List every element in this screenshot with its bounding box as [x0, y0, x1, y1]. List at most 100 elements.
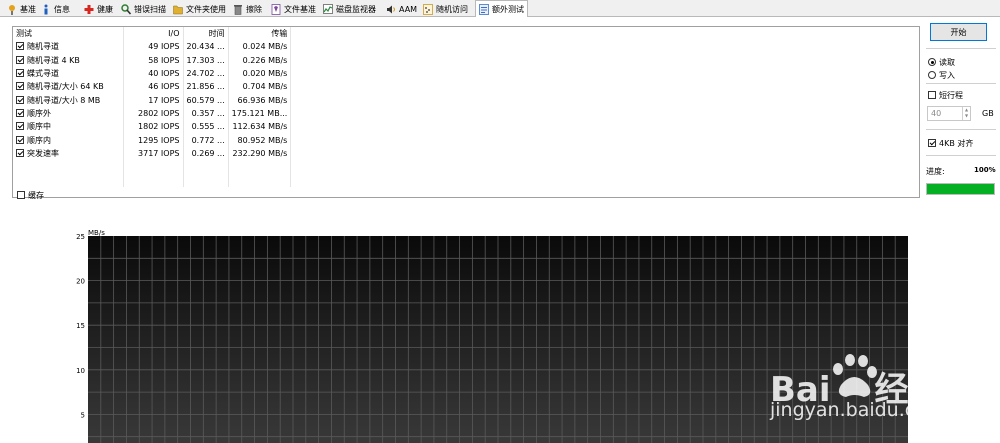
tab-random-access[interactable]: 随机访问 — [420, 1, 471, 17]
cache-checkbox[interactable] — [17, 191, 25, 199]
test-checkbox[interactable] — [16, 69, 24, 78]
test-name: 蝶式寻道 — [27, 69, 59, 79]
watermark-url: jingyan.baidu.com — [770, 399, 946, 421]
folder-icon — [173, 4, 183, 15]
tab-speaker[interactable]: AAM — [383, 1, 420, 17]
tab-label: 文件基准 — [284, 4, 316, 14]
test-name-cell: 顺序中 — [13, 120, 124, 134]
table-row[interactable]: 顺序外 2802 IOPS 0.357 ... 175.121 MB... — [13, 106, 292, 121]
tab-label: 额外测试 — [492, 4, 524, 14]
table-row[interactable]: 顺序中 1802 IOPS 0.555 ... 112.634 MB/s — [13, 120, 292, 134]
tab-folder[interactable]: 文件夹使用 — [170, 1, 229, 17]
test-checkbox[interactable] — [16, 55, 24, 64]
y-axis-label: MB/s — [88, 229, 105, 237]
test-checkbox[interactable] — [16, 148, 24, 157]
test-name: 顺序内 — [27, 135, 51, 145]
tab-disk-monitor[interactable]: 磁盘监视器 — [320, 1, 379, 17]
short-stroke-label: 短行程 — [939, 91, 963, 100]
table-row[interactable]: 随机寻道 4 KB 58 IOPS 17.303 ... 0.226 MB/s — [13, 53, 292, 67]
io-cell: 49 IOPS — [123, 40, 184, 54]
transfer-cell: 0.704 MB/s — [228, 80, 292, 94]
tab-trash[interactable]: 擦除 — [230, 1, 265, 17]
tab-file-benchmark[interactable]: 文件基准 — [268, 1, 319, 17]
test-name-cell: 蝶式寻道 — [13, 66, 124, 81]
table-row[interactable]: 随机寻道/大小 8 MB 17 IOPS 60.579 ... 66.936 MB/s — [13, 93, 292, 107]
tab-label: 错误扫描 — [134, 4, 166, 14]
col-header-io[interactable]: I/O — [123, 27, 184, 41]
time-cell: 24.702 ... — [183, 66, 229, 81]
tab-label: 文件夹使用 — [186, 4, 226, 14]
test-checkbox[interactable] — [16, 108, 24, 117]
test-name: 顺序中 — [27, 122, 51, 132]
divider — [926, 48, 996, 49]
y-tick-label: 25 — [76, 233, 85, 241]
write-label: 写入 — [939, 71, 955, 80]
tab-label: 磁盘监视器 — [336, 4, 376, 14]
read-radio[interactable] — [928, 58, 936, 66]
short-stroke-option[interactable]: 短行程 — [928, 90, 963, 101]
stepper-arrows-icon[interactable]: ▲ ▼ — [962, 107, 970, 120]
benchmark-icon — [7, 4, 17, 15]
tab-label: 基准 — [20, 4, 36, 14]
col-header-transfer[interactable]: 传输 — [228, 27, 292, 41]
y-tick-label: 15 — [76, 322, 85, 330]
table-row[interactable]: 蝶式寻道 40 IOPS 24.702 ... 0.020 MB/s — [13, 66, 292, 81]
extra-tests-icon — [479, 3, 489, 15]
stroke-unit: GB — [982, 109, 994, 118]
magnifier-icon — [121, 3, 131, 15]
test-name-cell: 顺序外 — [13, 106, 124, 121]
test-checkbox[interactable] — [16, 135, 24, 144]
read-label: 读取 — [939, 58, 955, 67]
y-tick-label: 10 — [76, 367, 85, 375]
transfer-cell: 232.290 MB/s — [228, 146, 292, 160]
io-cell: 58 IOPS — [123, 53, 184, 67]
time-cell: 0.772 ... — [183, 133, 229, 147]
tab-benchmark[interactable]: 基准 — [4, 1, 39, 17]
read-option[interactable]: 读取 — [928, 57, 955, 68]
table-row[interactable]: 随机寻道 49 IOPS 20.434 ... 0.024 MB/s — [13, 40, 292, 54]
start-button[interactable]: 开始 — [930, 23, 987, 41]
table-row[interactable]: 随机寻道/大小 64 KB 46 IOPS 21.856 ... 0.704 MB/s — [13, 80, 292, 94]
tab-label: 健康 — [97, 4, 113, 14]
test-name: 顺序外 — [27, 108, 51, 118]
col-header-time[interactable]: 时间 — [183, 27, 229, 41]
progress-label: 进度: — [926, 167, 945, 176]
test-checkbox[interactable] — [16, 95, 24, 104]
tab-magnifier[interactable]: 错误扫描 — [118, 1, 169, 17]
time-cell: 0.555 ... — [183, 120, 229, 134]
cache-label: 缓存 — [28, 191, 44, 200]
io-cell: 40 IOPS — [123, 66, 184, 81]
table-header-row: 测试 I/O 时间 传输 — [13, 27, 292, 41]
transfer-cell: 0.226 MB/s — [228, 53, 292, 67]
time-cell: 20.434 ... — [183, 40, 229, 54]
progress-percent: 100% — [974, 166, 996, 174]
tab-label: 随机访问 — [436, 4, 468, 14]
test-name-cell: 随机寻道/大小 64 KB — [13, 80, 124, 94]
progress-fill — [927, 184, 994, 194]
table-row[interactable]: 顺序内 1295 IOPS 0.772 ... 80.952 MB/s — [13, 133, 292, 147]
tab-bar: 基准 信息 健康 错误扫描 文件夹使用 擦除 文件基准 磁盘监视器 AAM 随机访问 额外测试 — [0, 0, 1000, 18]
cache-option[interactable]: 缓存 — [17, 190, 44, 201]
progress-bar — [926, 183, 995, 195]
test-checkbox[interactable] — [16, 82, 24, 91]
divider — [926, 83, 996, 84]
stroke-size-stepper[interactable]: 40 ▲ ▼ — [927, 106, 971, 121]
write-radio[interactable] — [928, 71, 936, 79]
col-header-test[interactable]: 测试 — [13, 27, 124, 41]
tab-extra-tests[interactable]: 额外测试 — [475, 0, 528, 18]
short-stroke-checkbox[interactable] — [928, 91, 936, 99]
align-option[interactable]: 4KB 对齐 — [928, 138, 973, 149]
write-option[interactable]: 写入 — [928, 70, 955, 81]
tab-label: 擦除 — [246, 4, 262, 14]
align-checkbox[interactable] — [928, 139, 936, 147]
test-name-cell: 随机寻道 4 KB — [13, 53, 124, 67]
align-label: 4KB 对齐 — [939, 139, 974, 148]
empty-row — [13, 159, 292, 174]
table-row[interactable]: 突发速率 3717 IOPS 0.269 ... 232.290 MB/s — [13, 146, 292, 160]
test-checkbox[interactable] — [16, 42, 24, 51]
tab-info[interactable]: 信息 — [38, 1, 73, 17]
test-checkbox[interactable] — [16, 122, 24, 131]
tab-health-cross[interactable]: 健康 — [81, 1, 116, 17]
test-name: 突发速率 — [27, 148, 59, 158]
disk-monitor-icon — [323, 3, 333, 15]
